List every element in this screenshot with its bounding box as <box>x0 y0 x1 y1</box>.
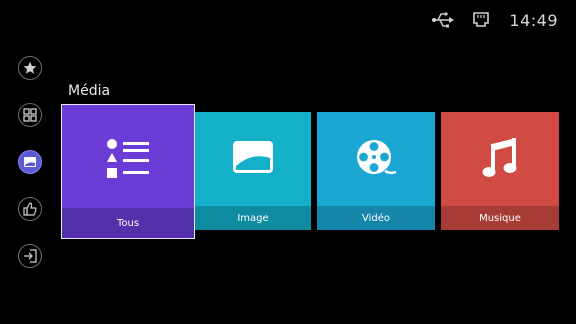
image-icon <box>24 157 36 167</box>
media-screen: 14:49 Média Tous Image Vidéo Musique <box>0 0 576 324</box>
list-icon <box>107 139 149 178</box>
status-bar: 14:49 <box>431 9 558 31</box>
sidebar-item-apps[interactable] <box>18 103 42 127</box>
thumbs-up-icon <box>23 202 37 216</box>
tile-video[interactable]: Vidéo <box>317 112 435 230</box>
picture-icon <box>233 141 273 173</box>
sidebar-item-recommended[interactable] <box>18 197 42 221</box>
sidebar-item-media[interactable] <box>18 150 42 174</box>
usb-icon <box>432 12 455 28</box>
tile-tous[interactable]: Tous <box>61 104 195 239</box>
tile-label-video: Vidéo <box>317 206 435 230</box>
tile-music[interactable]: Musique <box>441 112 559 230</box>
section-title: Média <box>68 83 111 99</box>
star-icon <box>23 61 37 74</box>
tile-label-tous: Tous <box>62 208 194 238</box>
film-reel-icon <box>357 140 397 174</box>
network-icon <box>473 12 490 27</box>
tile-label-image: Image <box>195 206 311 230</box>
tile-image[interactable]: Image <box>195 112 311 230</box>
music-note-icon <box>482 138 517 177</box>
sidebar-item-favorites[interactable] <box>18 56 42 80</box>
input-source-icon <box>24 249 37 263</box>
sidebar-item-inputs[interactable] <box>18 244 42 268</box>
clock: 14:49 <box>509 10 558 30</box>
apps-grid-icon <box>23 108 37 122</box>
tile-label-music: Musique <box>441 206 559 230</box>
